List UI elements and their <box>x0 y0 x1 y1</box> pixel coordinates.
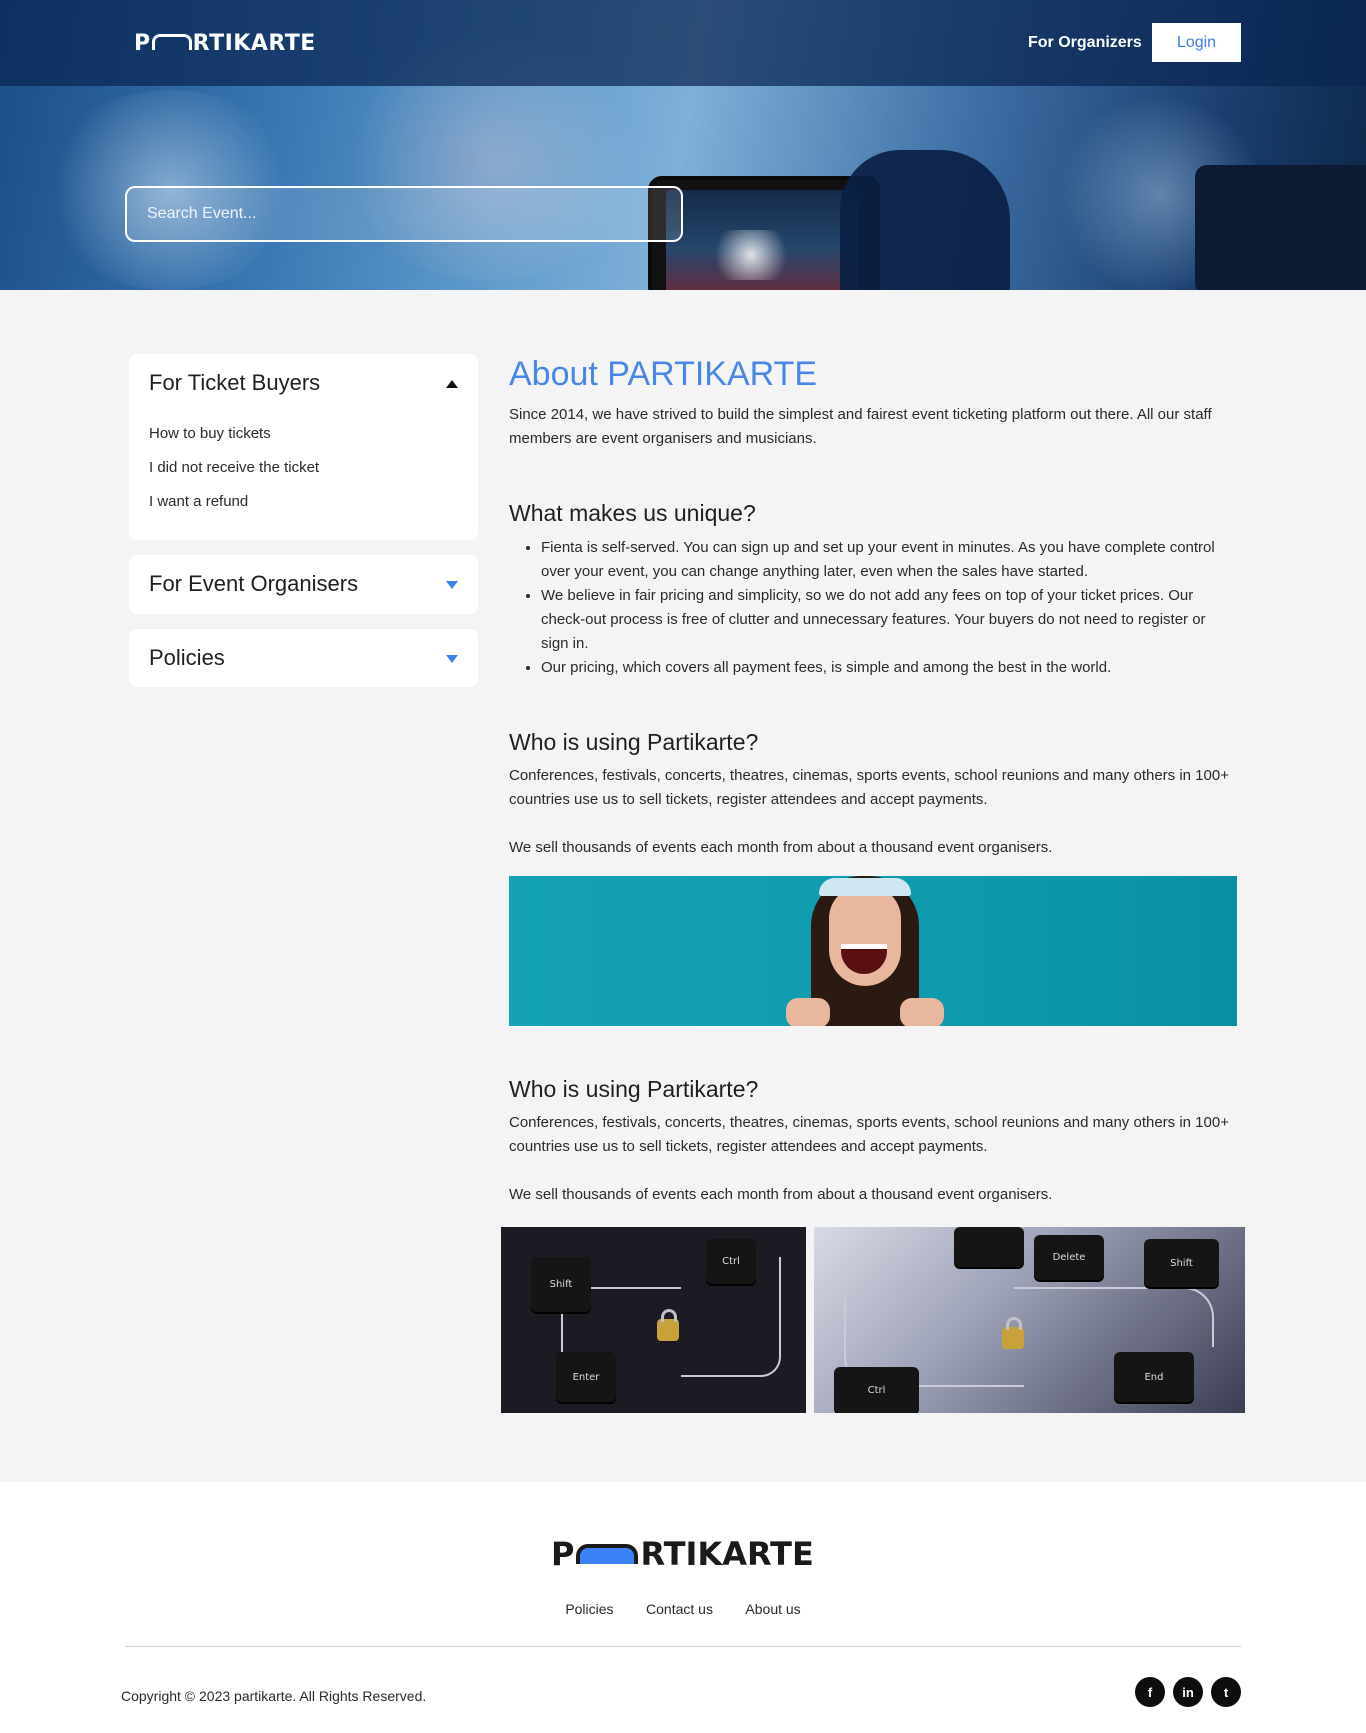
footer-link-policies[interactable]: Policies <box>565 1601 613 1617</box>
linkedin-icon[interactable]: in <box>1173 1677 1203 1707</box>
unique-heading: What makes us unique? <box>509 500 756 526</box>
padlock-icon <box>1002 1317 1024 1349</box>
using-paragraph: Conferences, festivals, concerts, theatr… <box>509 767 1229 808</box>
section-title: For Ticket Buyers <box>149 370 321 395</box>
logo-mark <box>151 34 192 50</box>
intro-paragraph: Since 2014, we have strived to build the… <box>509 406 1212 447</box>
key-end: End <box>1114 1352 1194 1402</box>
happy-woman-image <box>509 876 1237 1026</box>
key-delete: Delete <box>1034 1235 1104 1280</box>
sidebar-section-event-organisers[interactable]: For Event Organisers <box>129 555 478 614</box>
site-footer: P RTIKARTE Policies Contact us About us … <box>0 1482 1366 1733</box>
caret-up-icon[interactable] <box>446 380 458 388</box>
link-not-received[interactable]: I did not receive the ticket <box>149 458 319 492</box>
search-box <box>125 186 683 242</box>
footer-nav: Policies Contact us About us <box>0 1601 1366 1619</box>
list-item: Our pricing, which covers all payment fe… <box>541 656 1234 680</box>
key-shift: Shift <box>1144 1239 1219 1287</box>
login-button[interactable]: Login <box>1152 23 1241 62</box>
keyboard-lock-image: Shift Ctrl Enter <box>501 1227 806 1413</box>
section-title: For Event Organisers <box>149 571 359 596</box>
caret-down-icon[interactable] <box>446 655 458 663</box>
page-title: About PARTIKARTE <box>509 355 818 393</box>
facebook-icon[interactable]: f <box>1135 1677 1165 1707</box>
hero-camera-image <box>1195 165 1366 290</box>
using-heading: Who is using Partikarte? <box>509 729 759 755</box>
copyright-text: Copyright © 2023 partikarte. All Rights … <box>121 1688 427 1704</box>
using-paragraph-2: We sell thousands of events each month f… <box>509 1186 1053 1203</box>
keyboard-lock-image: Delete Shift Ctrl End <box>814 1227 1245 1413</box>
logo-mark <box>576 1544 639 1564</box>
unique-points-list: Fienta is self-served. You can sign up a… <box>509 536 1234 680</box>
using-paragraph-2: We sell thousands of events each month f… <box>509 839 1053 856</box>
section-title: Policies <box>149 645 225 670</box>
list-item: We believe in fair pricing and simplicit… <box>541 584 1234 656</box>
site-logo[interactable]: P RTIKARTE <box>134 30 316 56</box>
for-organizers-link[interactable]: For Organizers <box>1028 34 1142 52</box>
key-shift: Shift <box>531 1257 591 1312</box>
key-ctrl: Ctrl <box>706 1239 756 1284</box>
caret-down-icon[interactable] <box>446 581 458 589</box>
ticket-buyers-links: How to buy tickets I did not receive the… <box>149 424 319 526</box>
top-navbar: P RTIKARTE For Organizers Login <box>0 0 1366 86</box>
key-ctrl: Ctrl <box>834 1367 919 1413</box>
hero-hand-image <box>840 150 1010 290</box>
search-input[interactable] <box>127 188 681 240</box>
twitter-icon[interactable]: t <box>1211 1677 1241 1707</box>
link-how-to-buy[interactable]: How to buy tickets <box>149 424 319 458</box>
using-paragraph: Conferences, festivals, concerts, theatr… <box>509 1114 1229 1155</box>
link-refund[interactable]: I want a refund <box>149 492 319 526</box>
padlock-icon <box>657 1309 679 1341</box>
footer-logo[interactable]: P RTIKARTE <box>551 1534 814 1574</box>
key-blank <box>954 1227 1024 1267</box>
sidebar-section-policies[interactable]: Policies <box>129 629 478 687</box>
hero-banner: P RTIKARTE For Organizers Login <box>0 0 1366 290</box>
footer-link-contact[interactable]: Contact us <box>646 1601 713 1617</box>
key-enter: Enter <box>556 1352 616 1402</box>
list-item: Fienta is self-served. You can sign up a… <box>541 536 1234 584</box>
sidebar-section-ticket-buyers[interactable]: For Ticket Buyers How to buy tickets I d… <box>129 354 478 540</box>
footer-divider <box>125 1646 1241 1647</box>
using-heading: Who is using Partikarte? <box>509 1076 759 1102</box>
footer-link-about[interactable]: About us <box>745 1601 800 1617</box>
